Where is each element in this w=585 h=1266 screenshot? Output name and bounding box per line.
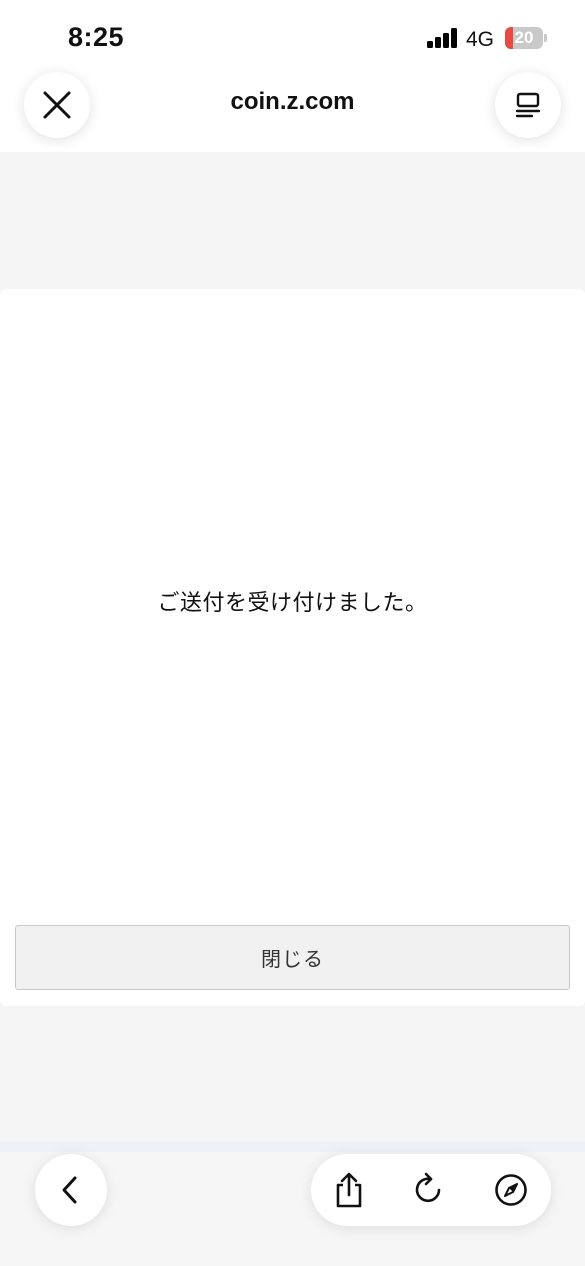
tabs-menu-button[interactable] [495,72,561,138]
browser-toolbar [0,1142,585,1266]
web-content: ご送付を受け付けました。 閉じる [0,152,585,1142]
share-icon [336,1172,362,1208]
battery-icon: 20 [505,27,543,49]
signal-strength-icon [427,28,459,48]
confirmation-modal: ご送付を受け付けました。 閉じる [0,289,585,1006]
toolbar-actions [311,1154,551,1226]
battery-cap [544,34,547,42]
confirmation-message: ご送付を受け付けました。 [157,590,428,615]
close-button[interactable]: 閉じる [15,925,570,990]
browser-nav-bar: coin.z.com [0,70,585,152]
network-type: 4G [466,28,495,51]
battery-level: 20 [514,28,534,47]
tabs-menu-icon [515,92,541,118]
reload-button[interactable] [409,1170,449,1210]
status-time: 8:25 [68,22,125,52]
status-bar: 8:25 4G 20 [0,0,585,70]
reload-icon [415,1172,441,1203]
compass-icon [495,1174,527,1206]
back-button[interactable] [35,1154,107,1226]
chevron-left-icon [62,1176,77,1204]
safari-button[interactable] [491,1170,531,1210]
share-button[interactable] [329,1170,369,1210]
